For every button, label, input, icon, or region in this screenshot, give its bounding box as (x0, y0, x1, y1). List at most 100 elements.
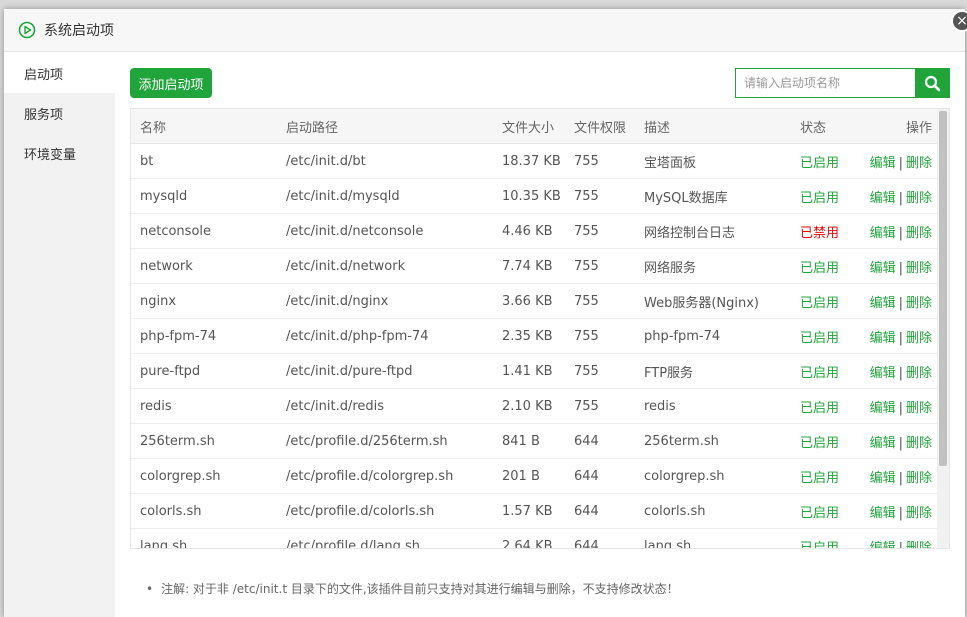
cell-size: 201 B (493, 458, 565, 494)
action-separator: | (898, 435, 903, 451)
cell-name: network (131, 248, 277, 284)
delete-link[interactable]: 删除 (906, 191, 932, 206)
cell-description: redis (635, 388, 791, 424)
cell-description: 网络控制台日志 (635, 213, 791, 249)
delete-link[interactable]: 删除 (906, 296, 932, 311)
cell-permission: 755 (565, 248, 635, 284)
header-path: 启动路径 (277, 109, 493, 144)
play-circle-icon (18, 21, 36, 39)
cell-path: /etc/init.d/php-fpm-74 (277, 318, 493, 354)
table-row: lang.sh/etc/profile.d/lang.sh 2.64 KB 644 l… (131, 528, 938, 549)
cell-path: /etc/init.d/bt (277, 143, 493, 179)
dialog-titlebar: 系统启动项 (4, 9, 965, 52)
add-startup-item-button[interactable]: 添加启动项 (130, 68, 212, 98)
cell-name: php-fpm-74 (131, 318, 277, 354)
status-toggle[interactable]: 已启用 (791, 528, 853, 548)
scrollbar-thumb[interactable] (939, 111, 947, 466)
cell-name: mysqld (131, 178, 277, 214)
close-button[interactable]: × (951, 10, 967, 32)
delete-link[interactable]: 删除 (906, 261, 932, 276)
edit-link[interactable]: 编辑 (870, 506, 896, 521)
cell-actions: 编辑 | 删除 (853, 353, 938, 389)
cell-description: Web服务器(Nginx) (635, 283, 791, 319)
edit-link[interactable]: 编辑 (870, 156, 896, 171)
status-toggle[interactable]: 已禁用 (791, 213, 853, 249)
cell-description: php-fpm-74 (635, 318, 791, 354)
cell-name: 256term.sh (131, 423, 277, 459)
delete-link[interactable]: 删除 (906, 401, 932, 416)
delete-link[interactable]: 删除 (906, 366, 932, 381)
delete-link[interactable]: 删除 (906, 506, 932, 521)
edit-link[interactable]: 编辑 (870, 541, 896, 549)
cell-permission: 755 (565, 178, 635, 214)
table-row: bt/etc/init.d/bt 18.37 KB 755 宝塔面板 已启用 编辑 | 删除 (131, 143, 938, 179)
delete-link[interactable]: 删除 (906, 471, 932, 486)
edit-link[interactable]: 编辑 (870, 191, 896, 206)
status-toggle[interactable]: 已启用 (791, 178, 853, 214)
cell-description: MySQL数据库 (635, 178, 791, 214)
delete-link[interactable]: 删除 (906, 436, 932, 451)
cell-description: 网络服务 (635, 248, 791, 284)
sidebar-item-startup[interactable]: 启动项 (4, 53, 115, 93)
action-separator: | (898, 155, 903, 171)
note-text: 注解: 对于非 /etc/init.t 目录下的文件,该插件目前只支持对其进行编… (161, 582, 679, 596)
edit-link[interactable]: 编辑 (870, 436, 896, 451)
status-toggle[interactable]: 已启用 (791, 458, 853, 494)
status-toggle[interactable]: 已启用 (791, 423, 853, 459)
header-name: 名称 (131, 109, 277, 144)
startup-table-container: 名称 启动路径 文件大小 文件权限 描述 状态 操作 bt/etc/init.d… (130, 108, 950, 549)
cell-actions: 编辑 | 删除 (853, 493, 938, 529)
cell-path: /etc/init.d/network (277, 248, 493, 284)
action-separator: | (898, 225, 903, 241)
status-toggle[interactable]: 已启用 (791, 283, 853, 319)
delete-link[interactable]: 删除 (906, 331, 932, 346)
search-button[interactable] (915, 68, 950, 98)
note: • 注解: 对于非 /etc/init.t 目录下的文件,该插件目前只支持对其进行… (146, 580, 679, 597)
edit-link[interactable]: 编辑 (870, 366, 896, 381)
sidebar-item-services[interactable]: 服务项 (4, 93, 115, 133)
table-header-row: 名称 启动路径 文件大小 文件权限 描述 状态 操作 (131, 109, 938, 144)
cell-actions: 编辑 | 删除 (853, 213, 938, 249)
cell-size: 2.35 KB (493, 318, 565, 354)
action-separator: | (898, 365, 903, 381)
delete-link[interactable]: 删除 (906, 156, 932, 171)
search-input[interactable] (735, 68, 915, 98)
status-toggle[interactable]: 已启用 (791, 318, 853, 354)
delete-link[interactable]: 删除 (906, 226, 932, 241)
status-toggle[interactable]: 已启用 (791, 248, 853, 284)
cell-permission: 755 (565, 143, 635, 179)
status-toggle[interactable]: 已启用 (791, 353, 853, 389)
cell-actions: 编辑 | 删除 (853, 528, 938, 549)
status-toggle[interactable]: 已启用 (791, 143, 853, 179)
edit-link[interactable]: 编辑 (870, 331, 896, 346)
cell-size: 2.10 KB (493, 388, 565, 424)
cell-path: /etc/init.d/mysqld (277, 178, 493, 214)
table-scrollbar[interactable] (937, 109, 949, 548)
cell-path: /etc/init.d/netconsole (277, 213, 493, 249)
cell-permission: 644 (565, 493, 635, 529)
cell-size: 841 B (493, 423, 565, 459)
status-toggle[interactable]: 已启用 (791, 388, 853, 424)
cell-permission: 644 (565, 423, 635, 459)
sidebar-item-env-vars[interactable]: 环境变量 (4, 133, 115, 173)
status-toggle[interactable]: 已启用 (791, 493, 853, 529)
edit-link[interactable]: 编辑 (870, 401, 896, 416)
cell-description: lang.sh (635, 528, 791, 548)
cell-name: colorls.sh (131, 493, 277, 529)
cell-path: /etc/profile.d/lang.sh (277, 528, 493, 548)
action-separator: | (898, 505, 903, 521)
edit-link[interactable]: 编辑 (870, 471, 896, 486)
cell-name: pure-ftpd (131, 353, 277, 389)
cell-actions: 编辑 | 删除 (853, 458, 938, 494)
cell-path: /etc/init.d/redis (277, 388, 493, 424)
cell-name: netconsole (131, 213, 277, 249)
delete-link[interactable]: 删除 (906, 541, 932, 549)
edit-link[interactable]: 编辑 (870, 296, 896, 311)
cell-permission: 755 (565, 213, 635, 249)
table-row: 256term.sh/etc/profile.d/256term.sh 841 B… (131, 423, 938, 459)
action-separator: | (898, 260, 903, 276)
action-separator: | (898, 295, 903, 311)
action-separator: | (898, 540, 903, 549)
edit-link[interactable]: 编辑 (870, 226, 896, 241)
edit-link[interactable]: 编辑 (870, 261, 896, 276)
